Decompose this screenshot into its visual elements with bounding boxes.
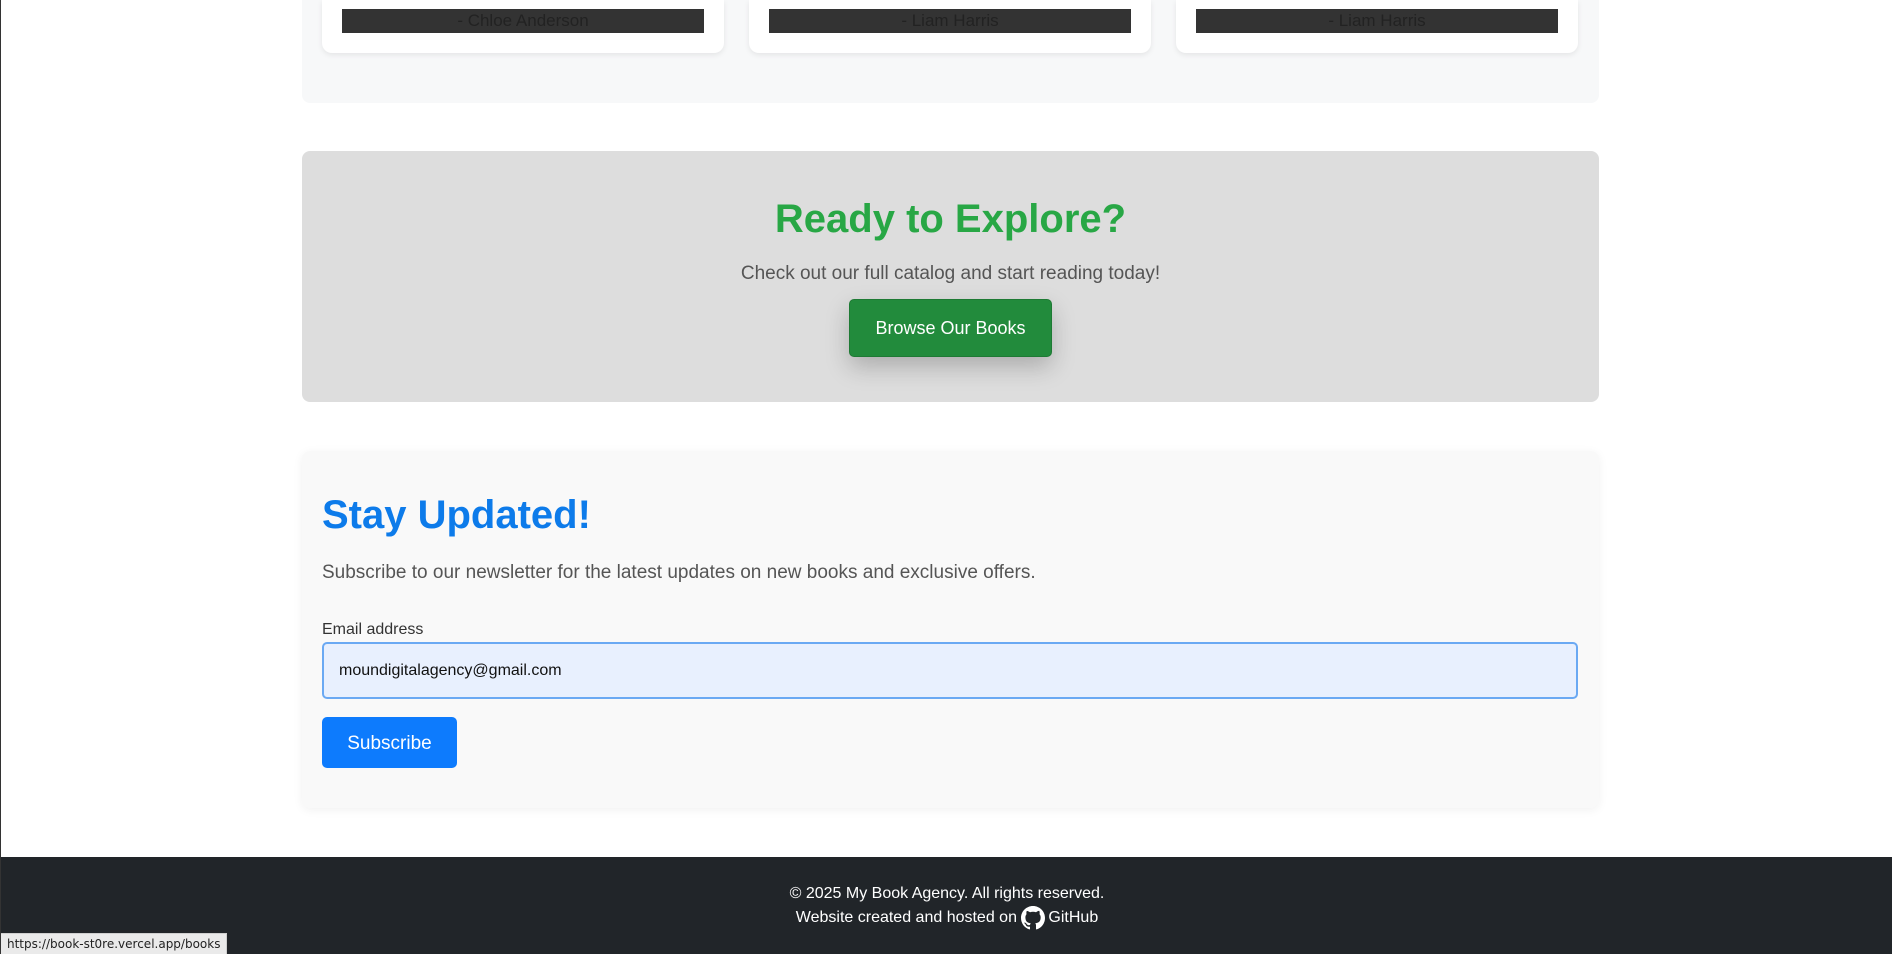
testimonials-section: - Chloe Anderson - Liam Harris - Liam Ha… xyxy=(302,0,1599,103)
page: - Chloe Anderson - Liam Harris - Liam Ha… xyxy=(0,0,1892,954)
cta-section: Ready to Explore? Check out our full cat… xyxy=(302,151,1599,402)
footer-credit: Website created and hosted on GitHub xyxy=(1,906,1892,930)
github-link[interactable]: GitHub xyxy=(1021,906,1098,930)
cta-subtitle: Check out our full catalog and start rea… xyxy=(740,263,1161,284)
testimonial-author: - Chloe Anderson xyxy=(342,9,704,33)
testimonial-card: - Chloe Anderson xyxy=(322,0,724,53)
status-bar-url: https://book-st0re.vercel.app/books xyxy=(1,933,228,954)
github-link-label: GitHub xyxy=(1048,909,1099,926)
newsletter-section: Stay Updated! Subscribe to our newslette… xyxy=(302,451,1599,808)
footer-copyright: © 2025 My Book Agency. All rights reserv… xyxy=(789,885,1105,902)
github-icon xyxy=(1021,906,1046,930)
subscribe-button[interactable]: Subscribe xyxy=(322,717,457,768)
testimonial-author: - Liam Harris xyxy=(769,9,1131,33)
cta-title: Ready to Explore? xyxy=(774,197,1127,241)
testimonial-card: - Liam Harris xyxy=(1176,0,1578,53)
footer: © 2025 My Book Agency. All rights reserv… xyxy=(1,857,1892,954)
browse-books-button[interactable]: Browse Our Books xyxy=(849,299,1052,357)
testimonial-author: - Liam Harris xyxy=(1196,9,1558,33)
email-label: Email address xyxy=(322,621,424,638)
testimonial-card: - Liam Harris xyxy=(749,0,1151,53)
email-field[interactable] xyxy=(322,642,1578,699)
newsletter-title: Stay Updated! xyxy=(322,493,591,537)
footer-credit-text: Website created and hosted on xyxy=(795,909,1017,926)
newsletter-description: Subscribe to our newsletter for the late… xyxy=(322,562,1036,583)
